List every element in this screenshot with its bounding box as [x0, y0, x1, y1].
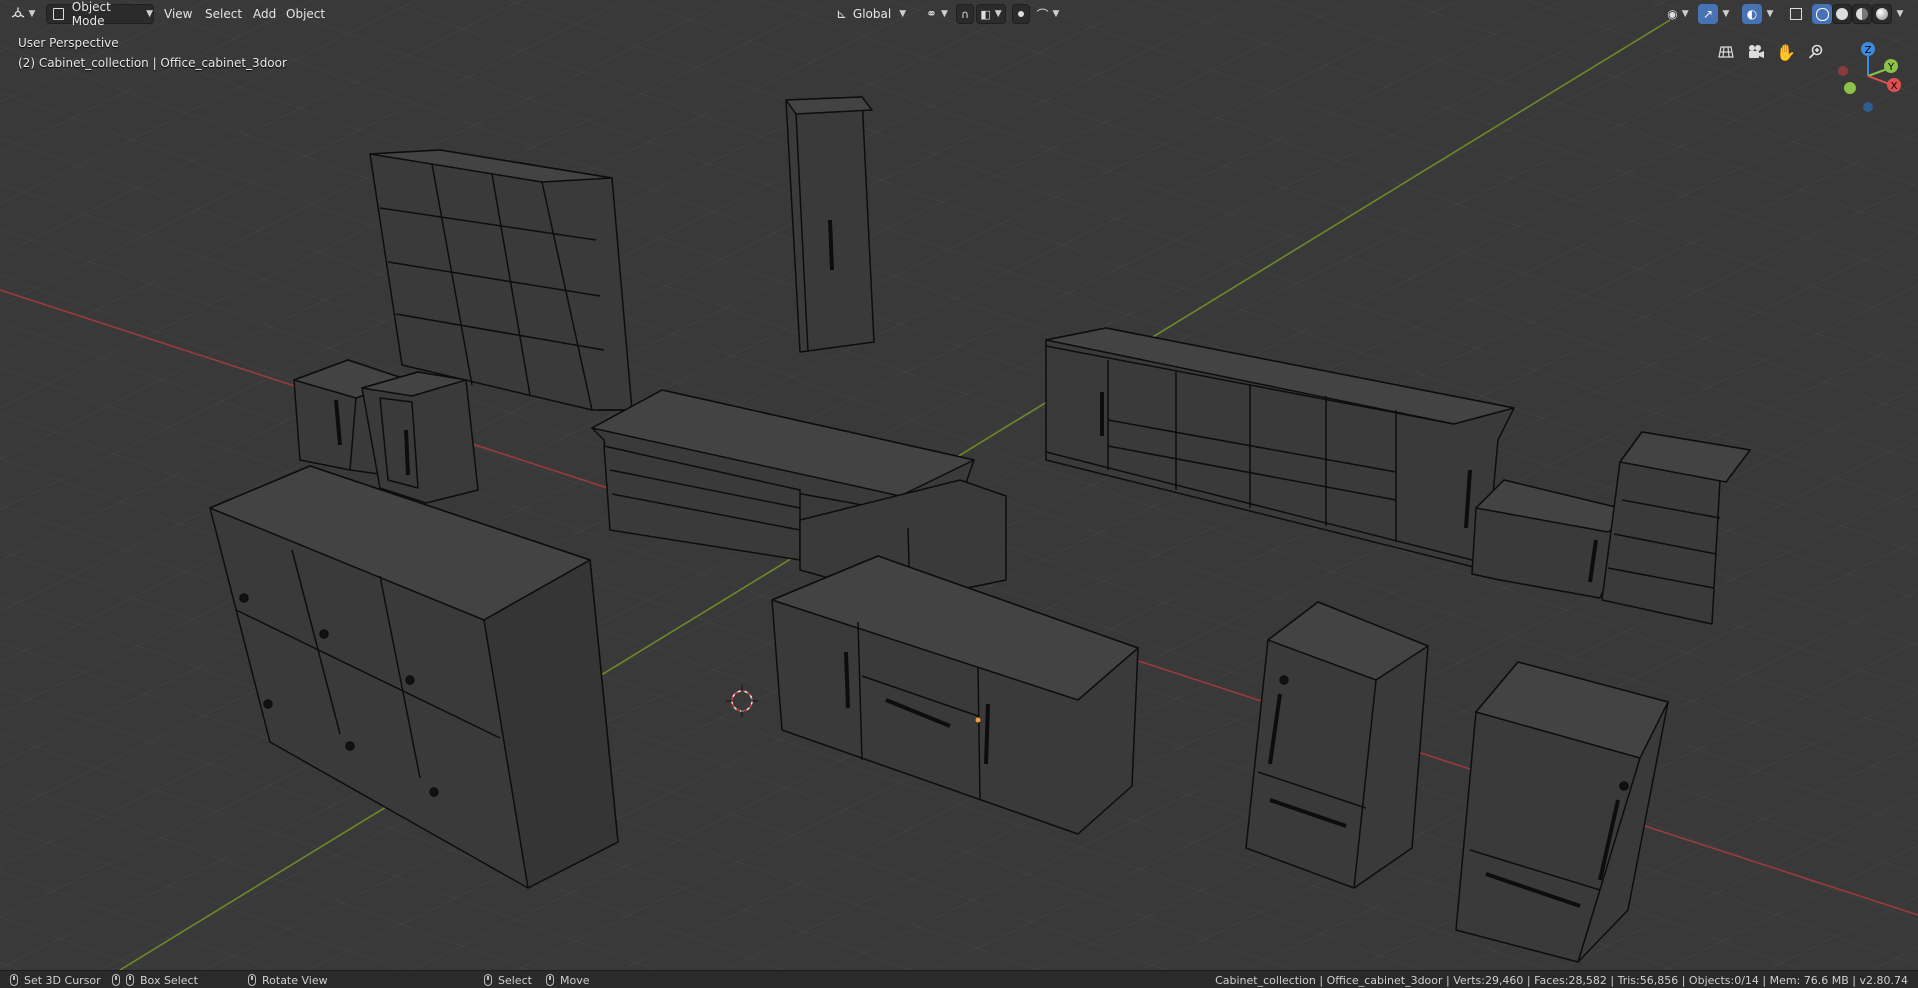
shading-solid-button[interactable]: [1832, 4, 1852, 24]
magnet-icon: ∩: [960, 7, 970, 21]
chevron-down-icon: ▼: [28, 9, 36, 19]
eye-icon: ◉: [1667, 7, 1678, 21]
gizmo-neg-z-handle[interactable]: [1863, 102, 1873, 112]
mouse-left-icon: [126, 974, 134, 986]
mouse-middle-icon: [248, 974, 256, 986]
pivot-point-dropdown[interactable]: ⚭ ▼: [920, 4, 954, 24]
hint-label: Rotate View: [262, 973, 328, 987]
scene-statistics: Cabinet_collection | Office_cabinet_3doo…: [1215, 973, 1908, 987]
mode-label: Object Mode: [71, 0, 111, 28]
toggle-camera-ortho-button[interactable]: [1714, 40, 1738, 64]
mouse-left-icon: [484, 974, 492, 986]
shading-dropdown[interactable]: ▼: [1892, 4, 1908, 24]
wireframe-sphere-icon: [1815, 7, 1829, 21]
grid-perspective-icon: [1718, 46, 1734, 58]
pivot-link-icon: ⚭: [926, 6, 937, 22]
chevron-down-icon: ▼: [940, 9, 948, 19]
snap-increment-icon: ◧: [980, 7, 991, 21]
hand-icon: ✋: [1776, 42, 1796, 62]
hint-move: Move: [546, 972, 590, 988]
chevron-down-icon: ▼: [1896, 9, 1904, 19]
show-overlays-toggle[interactable]: ◐: [1742, 4, 1762, 24]
chevron-down-icon: ▼: [1052, 9, 1060, 19]
object-mode-icon: [53, 8, 64, 20]
transform-orientation-label: Global: [852, 7, 892, 21]
magnifier-icon: [1808, 44, 1823, 59]
gizmo-dropdown[interactable]: ▼: [1718, 4, 1734, 24]
view-name-label: User Perspective: [18, 36, 119, 50]
proportional-falloff-dropdown[interactable]: ⌒ ▼: [1032, 4, 1064, 24]
chevron-down-icon: ▼: [146, 9, 153, 19]
gizmo-neg-x-handle[interactable]: [1838, 66, 1848, 76]
viewport-header: ▼ Object Mode ▼ View Select Add Object ⊾…: [0, 0, 1918, 28]
small-glass-door-cabinet[interactable]: [361, 371, 479, 504]
active-object-label: (2) Cabinet_collection | Office_cabinet_…: [18, 56, 287, 70]
show-gizmo-toggle[interactable]: ↗: [1698, 4, 1718, 24]
hint-label: Box Select: [140, 973, 198, 987]
overlays-dropdown[interactable]: ▼: [1762, 4, 1778, 24]
pan-view-button[interactable]: ✋: [1774, 40, 1798, 64]
gizmo-z-label: Z: [1865, 45, 1872, 56]
hint-rotate-view: Rotate View: [248, 972, 328, 988]
hint-select: Select: [484, 972, 532, 988]
chevron-down-icon: ▼: [994, 9, 1002, 19]
gizmo-x-label: X: [1891, 81, 1898, 92]
3d-viewport[interactable]: Z Y X: [0, 0, 1918, 988]
editor-type-button[interactable]: ▼: [8, 4, 38, 24]
hint-set-3d-cursor: Set 3D Cursor: [10, 972, 101, 988]
hint-box-select: Box Select: [112, 972, 198, 988]
active-origin-dot: [975, 717, 981, 723]
snap-target-dropdown[interactable]: ◧ ▼: [976, 4, 1006, 24]
chevron-down-icon: ▼: [1681, 9, 1689, 19]
snap-toggle[interactable]: ∩: [956, 4, 974, 24]
proportional-editing-toggle[interactable]: [1012, 4, 1030, 24]
status-bar: Set 3D Cursor Box Select Rotate View Sel…: [0, 970, 1918, 988]
viewport-canvas: Z Y X: [0, 0, 1918, 988]
shading-rendered-button[interactable]: [1872, 4, 1892, 24]
gizmo-arrow-icon: ↗: [1702, 7, 1714, 21]
gizmo-neg-y-handle[interactable]: [1844, 82, 1856, 94]
hint-label: Set 3D Cursor: [24, 973, 101, 987]
3d-view-editor-icon: [11, 7, 24, 18]
menu-object[interactable]: Object: [282, 5, 329, 23]
hint-label: Select: [498, 973, 532, 987]
gizmo-y-label: Y: [1887, 62, 1895, 73]
proportional-dot-icon: [1018, 11, 1024, 17]
mouse-left-icon: [10, 974, 18, 986]
chevron-down-icon: ▼: [899, 9, 907, 19]
solid-sphere-icon: [1836, 8, 1848, 20]
falloff-curve-icon: ⌒: [1036, 7, 1049, 22]
orientation-axes-icon: ⊾: [836, 6, 847, 22]
rendered-sphere-icon: [1876, 8, 1888, 20]
mouse-drag-icon: [546, 974, 554, 986]
mouse-drag-icon: [112, 974, 120, 986]
xray-icon: [1790, 8, 1802, 20]
menu-add[interactable]: Add: [249, 5, 280, 23]
xray-toggle[interactable]: [1786, 4, 1806, 24]
shading-wireframe-button[interactable]: [1812, 4, 1832, 24]
transform-orientation-dropdown[interactable]: ⊾ Global ▼: [832, 4, 912, 24]
overlays-icon: ◐: [1746, 7, 1758, 21]
menu-select[interactable]: Select: [201, 5, 246, 23]
two-door-tall-cabinet-a[interactable]: [1245, 601, 1429, 889]
zoom-view-button[interactable]: [1804, 40, 1828, 64]
camera-icon: [1749, 45, 1764, 58]
object-visibility-dropdown[interactable]: ◉ ▼: [1662, 4, 1694, 24]
shading-lookdev-button[interactable]: [1852, 4, 1872, 24]
chevron-down-icon: ▼: [1766, 9, 1774, 19]
chevron-down-icon: ▼: [1722, 9, 1730, 19]
menu-view[interactable]: View: [160, 5, 196, 23]
material-sphere-icon: [1856, 8, 1868, 20]
hint-label: Move: [560, 973, 590, 987]
mode-selector[interactable]: Object Mode ▼: [46, 0, 154, 28]
camera-view-button[interactable]: [1744, 40, 1768, 64]
tall-single-door-cabinet[interactable]: [785, 96, 875, 353]
